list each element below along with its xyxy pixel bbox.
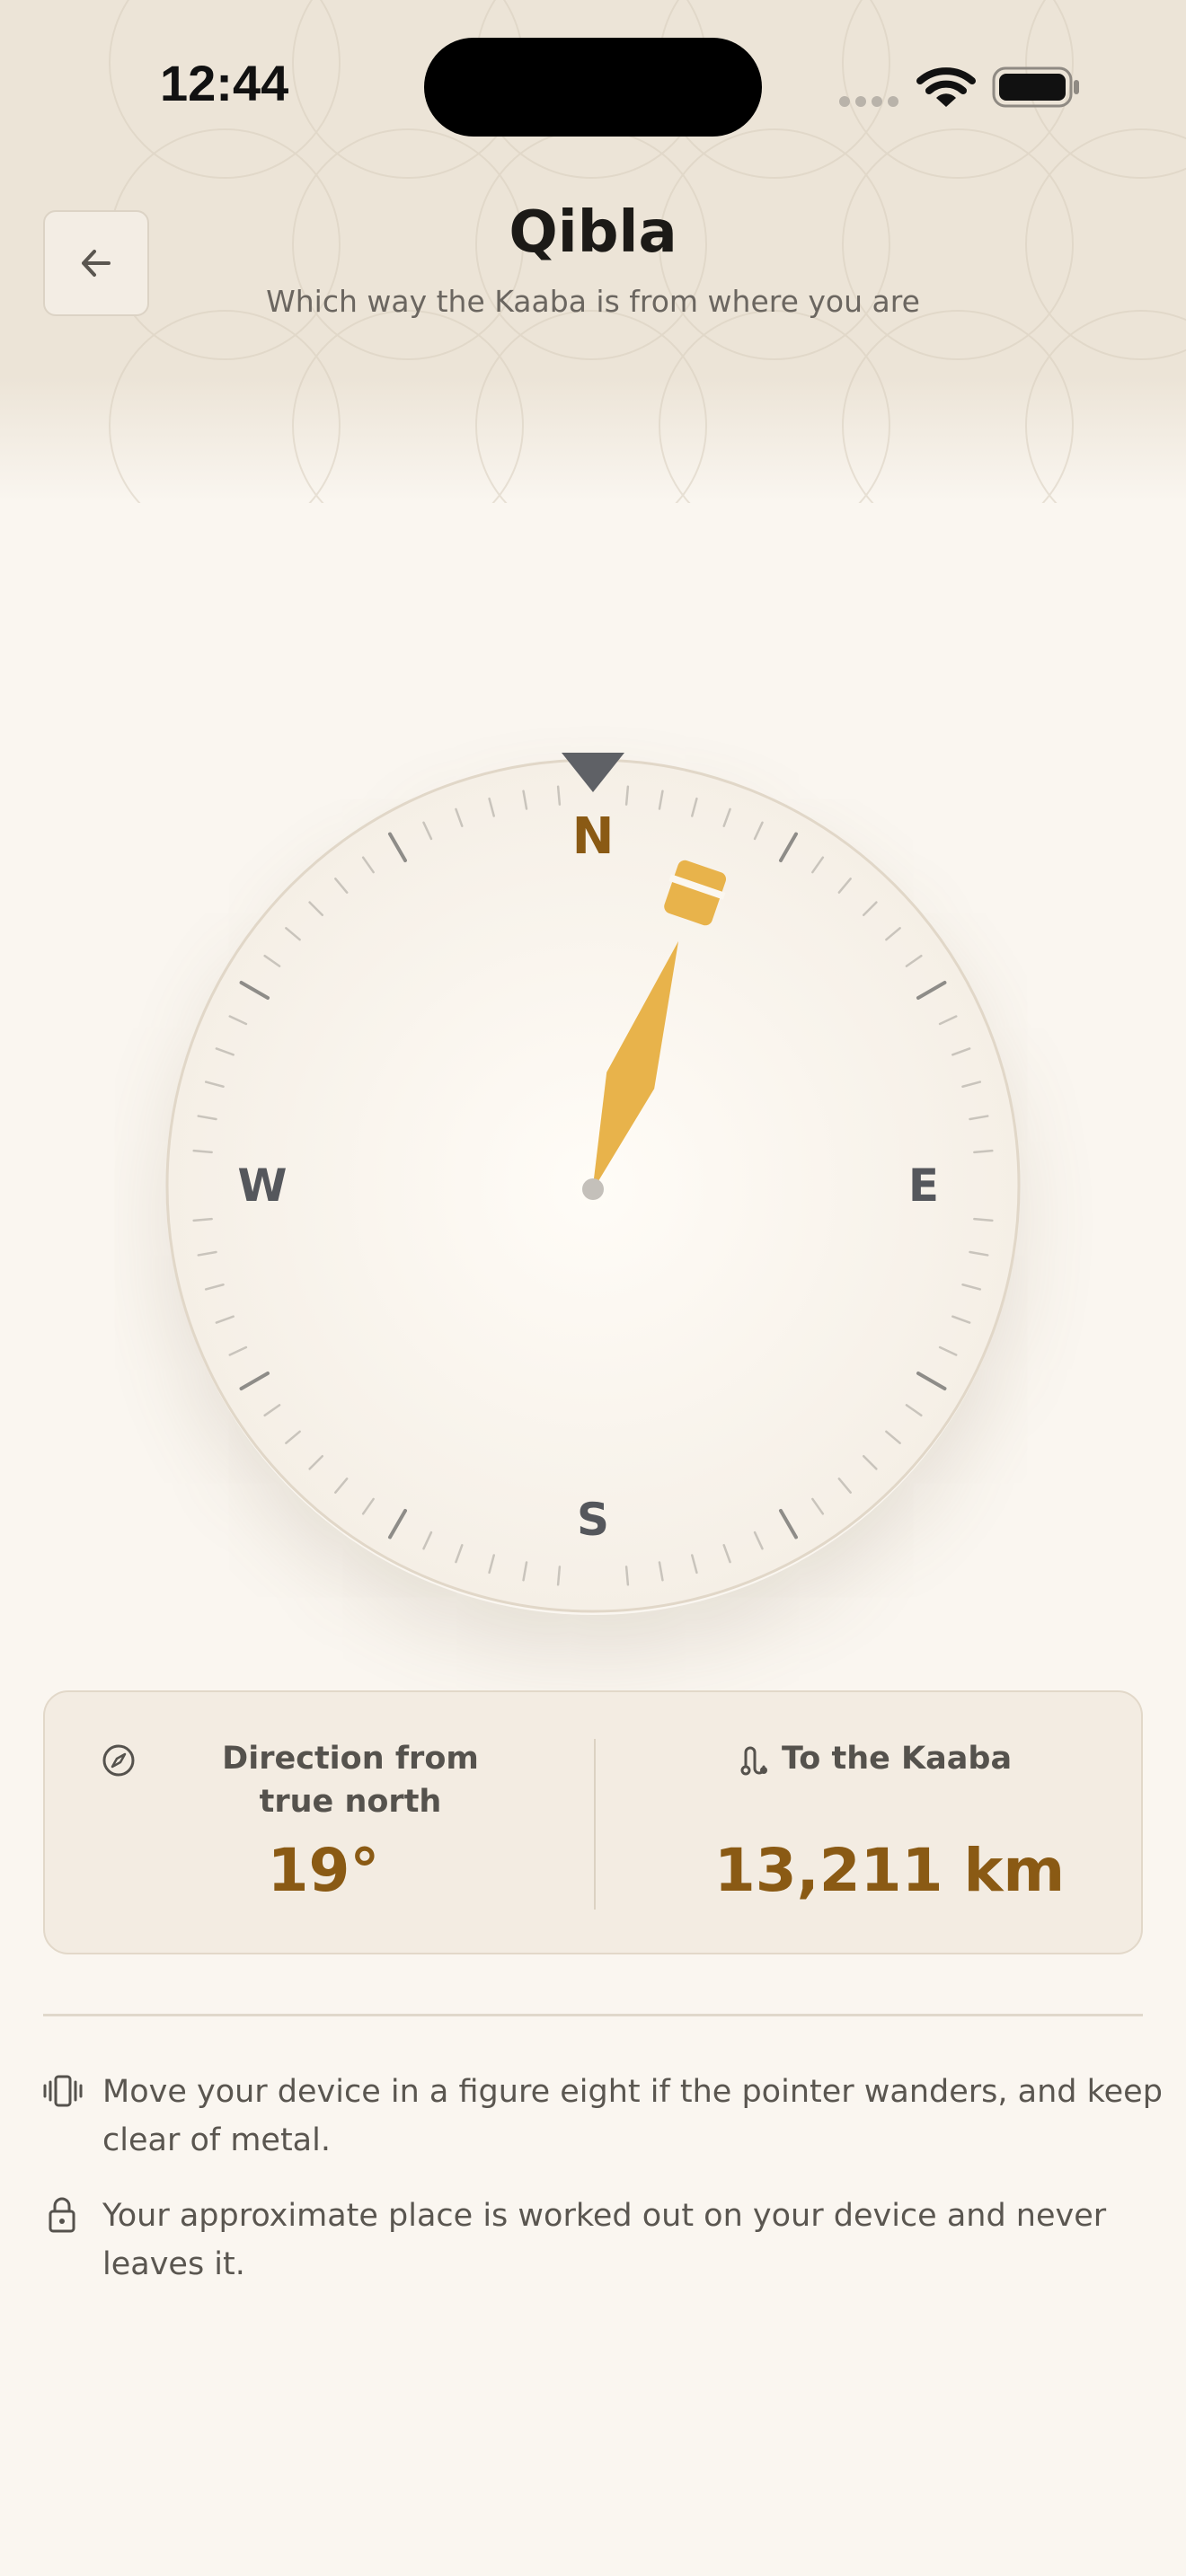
cellular-signal-icon bbox=[839, 93, 904, 110]
page-title: Qibla bbox=[509, 199, 677, 266]
compass-minor-tick bbox=[973, 1149, 994, 1154]
section-divider bbox=[43, 2014, 1143, 2016]
compass-minor-tick bbox=[624, 785, 630, 806]
cardinal-west: W bbox=[237, 1160, 287, 1212]
arrow-left-icon bbox=[82, 250, 111, 277]
needle-pivot bbox=[582, 1178, 604, 1200]
battery-icon bbox=[992, 66, 1079, 108]
card-divider bbox=[594, 1739, 596, 1910]
cardinal-south: S bbox=[577, 1494, 609, 1546]
status-bar: 12:44 bbox=[0, 0, 1186, 171]
vibrate-phone-icon bbox=[43, 2075, 83, 2107]
distance-value: 13,211 km bbox=[713, 1836, 1066, 1905]
compass-minor-tick bbox=[556, 1566, 562, 1586]
lock-icon bbox=[49, 2197, 75, 2233]
compass-minor-tick bbox=[556, 785, 562, 806]
dynamic-island bbox=[424, 38, 762, 137]
compass-minor-tick bbox=[624, 1566, 630, 1586]
cardinal-north: N bbox=[572, 807, 615, 866]
qibla-compass: N E S W bbox=[165, 753, 1021, 1613]
page-subtitle: Which way the Kaaba is from where you ar… bbox=[266, 284, 920, 319]
qibla-info-card: Direction from true north 19° To the Kaa… bbox=[43, 1690, 1143, 1954]
compass-minor-tick bbox=[192, 1149, 213, 1154]
direction-label: Direction from true north bbox=[222, 1741, 479, 1820]
compass-icon bbox=[102, 1744, 135, 1777]
wifi-icon bbox=[916, 67, 976, 107]
cardinal-east: E bbox=[908, 1160, 939, 1212]
route-icon bbox=[740, 1746, 767, 1776]
distance-label: To the Kaaba bbox=[782, 1741, 1013, 1777]
compass-minor-tick bbox=[192, 1217, 213, 1222]
tip-privacy-text: Your approximate place is worked out on … bbox=[102, 2198, 1107, 2282]
status-time: 12:44 bbox=[160, 55, 289, 111]
tip-calibrate-text: Move your device in a figure eight if th… bbox=[102, 2074, 1163, 2158]
direction-value: 19° bbox=[267, 1836, 380, 1905]
compass-minor-tick bbox=[973, 1217, 994, 1222]
back-button[interactable] bbox=[43, 210, 149, 316]
